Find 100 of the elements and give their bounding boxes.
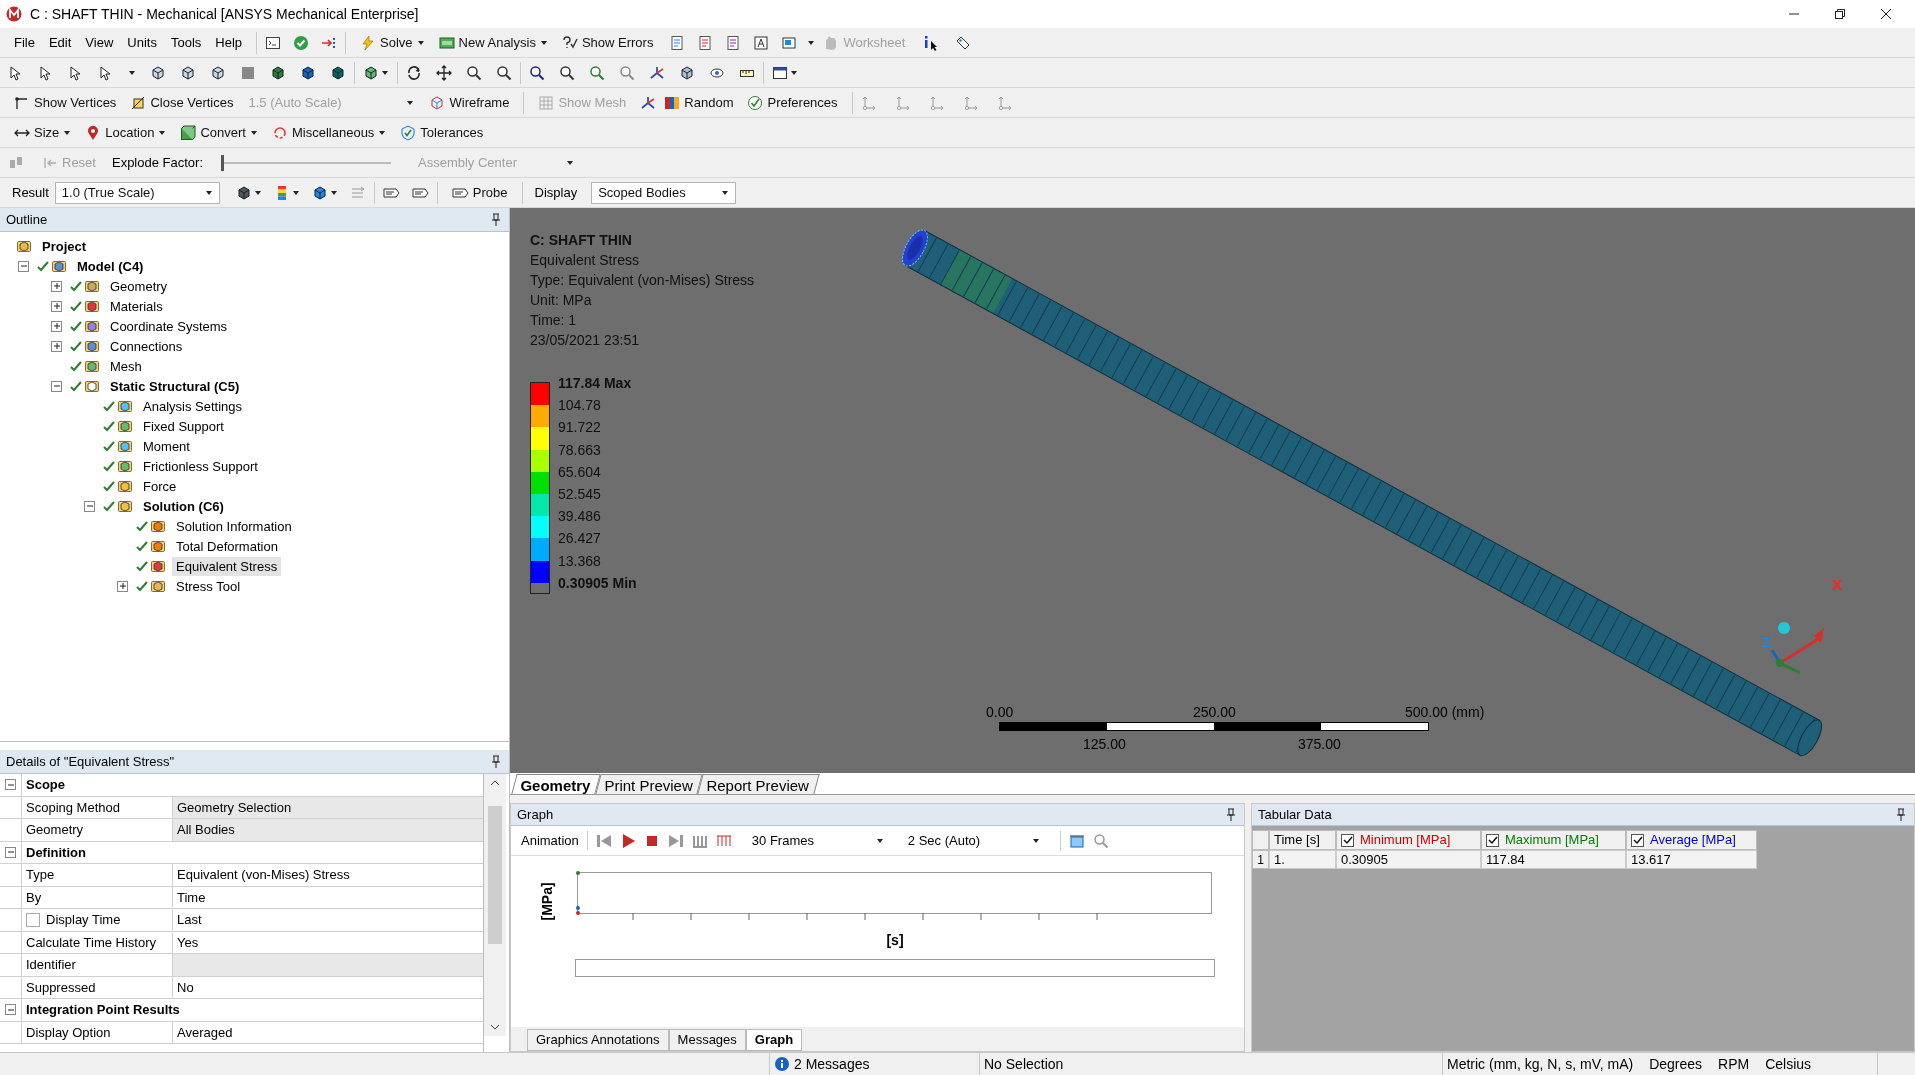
angle-unit-status[interactable]: Degrees [1649, 1053, 1703, 1075]
unit-system-status[interactable]: Metric (mm, kg, N, s, mV, mA) [1447, 1053, 1634, 1075]
check-badge-icon[interactable] [747, 94, 764, 111]
column-header[interactable]: Minimum [MPa] [1336, 830, 1481, 850]
message-info-icon[interactable] [774, 1056, 790, 1072]
tree-item[interactable]: Geometry [106, 276, 172, 296]
slider-thumb[interactable] [221, 154, 224, 171]
convert-button[interactable]: Convert [174, 120, 264, 145]
terminal-icon[interactable] [265, 34, 282, 51]
column-header[interactable]: Time [s] [1269, 830, 1336, 850]
cube-icon[interactable] [180, 64, 196, 81]
collapse-toggle[interactable] [5, 846, 16, 858]
wireframe-cube-icon[interactable] [429, 94, 446, 111]
tree-item[interactable]: Model (C4) [73, 256, 148, 276]
tree-item[interactable]: Analysis Settings [139, 396, 246, 416]
checkbox[interactable] [1486, 833, 1499, 847]
tree-item[interactable]: Stress Tool [172, 576, 245, 596]
tree-item[interactable]: Solution (C6) [139, 496, 228, 516]
tree-item[interactable]: Static Structural (C5) [106, 376, 244, 396]
cube-stack-icon[interactable] [180, 124, 197, 141]
cube-icon[interactable] [330, 64, 346, 81]
document-icon[interactable] [725, 34, 742, 51]
preferences-button[interactable]: Preferences [741, 90, 844, 115]
zoom-icon[interactable] [1092, 832, 1109, 849]
tree-item[interactable]: Frictionless Support [139, 456, 262, 476]
magnifier-icon[interactable] [529, 64, 545, 81]
restore-icon[interactable] [1834, 8, 1846, 20]
magnifier-icon[interactable] [496, 64, 512, 81]
temperature-unit-status[interactable]: Celsius [1765, 1053, 1812, 1075]
menu-item[interactable]: Help [209, 30, 249, 55]
menu-item[interactable]: Tools [164, 30, 208, 55]
time-slider-track[interactable] [575, 959, 1215, 977]
tree-item[interactable]: Fixed Support [139, 416, 228, 436]
expand-toggle[interactable] [117, 580, 128, 592]
property-value-cell[interactable] [173, 954, 483, 976]
tree-item[interactable]: Total Deformation [172, 536, 282, 556]
vertical-scrollbar[interactable] [484, 774, 506, 1036]
panel-tab[interactable]: Graph [745, 1029, 803, 1051]
expand-toggle[interactable] [51, 320, 62, 332]
cube-icon[interactable] [300, 64, 316, 81]
cube-icon[interactable] [150, 64, 166, 81]
solve-button[interactable]: Solve [354, 30, 431, 55]
property-value-cell[interactable]: Geometry Selection [173, 796, 483, 818]
wireframe-button[interactable]: Wireframe [423, 90, 516, 115]
collapse-toggle[interactable] [84, 500, 95, 512]
tree-item[interactable]: Force [139, 476, 181, 496]
explode-factor-slider[interactable] [221, 154, 391, 171]
pin-icon[interactable] [1894, 807, 1908, 822]
new-analysis-button[interactable]: New Analysis [432, 30, 554, 55]
framed-square-icon[interactable] [753, 34, 770, 51]
tree-item[interactable]: Project [38, 236, 91, 256]
tolerances-button[interactable]: Tolerances [394, 120, 490, 145]
column-header[interactable]: Maximum [MPa] [1481, 830, 1626, 850]
cube-icon[interactable] [270, 64, 286, 81]
expand-toggle[interactable] [51, 280, 62, 292]
tree-item[interactable]: Materials [106, 296, 167, 316]
square-icon[interactable] [240, 64, 256, 81]
probe-button[interactable]: Probe [445, 180, 514, 205]
skip-back-icon[interactable] [595, 832, 612, 849]
show-errors-button[interactable]: Show Errors [555, 30, 660, 55]
scroll-down-icon[interactable] [489, 1022, 501, 1032]
rotate-icon[interactable] [406, 64, 422, 81]
checkbox[interactable] [26, 912, 40, 927]
view-tab[interactable]: Report Preview [697, 774, 820, 794]
tree-item[interactable]: Moment [139, 436, 194, 456]
messages-status[interactable]: 2 Messages [794, 1053, 870, 1075]
column-header[interactable]: Average [MPa] [1626, 830, 1757, 850]
question-check-icon[interactable] [561, 34, 578, 51]
tag-icon[interactable] [955, 34, 972, 51]
expand-toggle[interactable] [51, 340, 62, 352]
pin-icon[interactable] [1224, 807, 1238, 822]
tree-item[interactable]: Coordinate Systems [106, 316, 232, 336]
panel-tab[interactable]: Graphics Annotations [527, 1029, 669, 1051]
display-dropdown[interactable]: Scoped Bodies [591, 181, 737, 204]
random-button[interactable]: Random [658, 90, 740, 115]
tri-arrow-icon[interactable] [649, 64, 665, 81]
frames-alt-icon[interactable] [715, 832, 732, 849]
cube-icon[interactable] [363, 64, 379, 81]
skip-forward-icon[interactable] [667, 832, 684, 849]
cycle-arrows-icon[interactable] [272, 124, 288, 141]
check-circle-icon[interactable] [293, 34, 310, 51]
collapse-toggle[interactable] [18, 260, 29, 272]
view-tab[interactable]: Print Preview [595, 774, 704, 794]
tree-item[interactable]: Connections [106, 336, 187, 356]
document-icon[interactable] [669, 34, 686, 51]
show-vertices-button[interactable]: Show Vertices [8, 90, 123, 115]
frames-dropdown[interactable]: 30 Frames [747, 829, 888, 852]
info-cursor-icon[interactable] [923, 34, 940, 51]
pin-icon[interactable] [489, 754, 503, 769]
cube-icon[interactable] [679, 64, 695, 81]
result-scale-dropdown[interactable]: 1.0 (True Scale) [54, 181, 220, 204]
magnifier-icon[interactable] [466, 64, 482, 81]
export-icon[interactable] [1068, 832, 1085, 849]
checkbox[interactable] [1341, 833, 1354, 847]
view-tab[interactable]: Geometry [511, 774, 601, 794]
menu-item[interactable]: File [8, 30, 41, 55]
tree-item[interactable]: Equivalent Stress [172, 556, 282, 576]
axis-triad-drawing[interactable] [1770, 622, 1824, 675]
tree-item[interactable]: Solution Information [172, 516, 296, 536]
document-icon[interactable] [697, 34, 714, 51]
